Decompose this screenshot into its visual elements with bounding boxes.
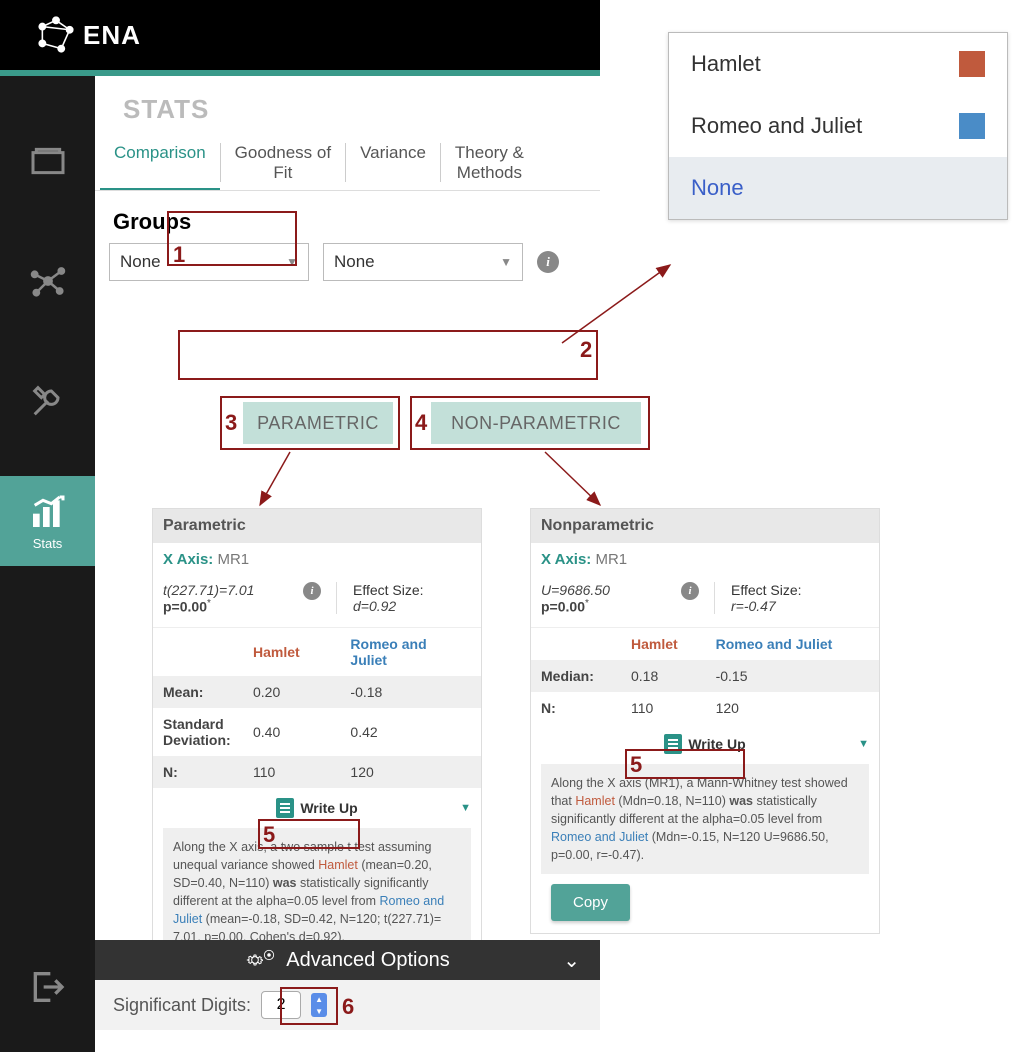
panel-title: Parametric bbox=[153, 509, 481, 543]
table-row: Mean: 0.20 -0.18 bbox=[153, 676, 481, 708]
table-row: Median: 0.18 -0.15 bbox=[531, 660, 879, 692]
writeup-text: Along the X axis (MR1), a Mann-Whitney t… bbox=[541, 764, 869, 875]
info-icon[interactable]: i bbox=[303, 582, 321, 600]
sigdig-input[interactable] bbox=[261, 991, 301, 1019]
page-title: STATS bbox=[95, 76, 600, 135]
groups-heading: Groups bbox=[95, 191, 600, 243]
tab-comparison[interactable]: Comparison bbox=[100, 135, 220, 190]
tab-variance[interactable]: Variance bbox=[346, 135, 440, 190]
popup-item-romeo[interactable]: Romeo and Juliet bbox=[669, 95, 1007, 157]
chevron-down-icon[interactable]: ⌄ bbox=[563, 948, 580, 973]
nonparametric-panel: Nonparametric X Axis: MR1 U=9686.50 p=0.… bbox=[530, 508, 880, 934]
color-swatch bbox=[959, 113, 985, 139]
document-icon bbox=[276, 798, 294, 818]
sigdig-label: Significant Digits: bbox=[113, 995, 251, 1016]
sidebar-stats[interactable]: Stats bbox=[0, 476, 95, 566]
info-icon[interactable]: i bbox=[681, 582, 699, 600]
group-dropdown-2[interactable]: None ▼ bbox=[323, 243, 523, 281]
info-icon[interactable]: i bbox=[537, 251, 559, 273]
axis-line: X Axis: MR1 bbox=[531, 543, 879, 576]
brand-logo: ENA bbox=[35, 14, 141, 56]
tab-theory[interactable]: Theory & Methods bbox=[441, 135, 538, 190]
sidebar-files[interactable] bbox=[0, 116, 95, 206]
dropdown-value: None bbox=[334, 252, 375, 272]
tab-goodness[interactable]: Goodness of Fit bbox=[221, 135, 345, 190]
nonparametric-table: Hamlet Romeo and Juliet Median: 0.18 -0.… bbox=[531, 628, 879, 724]
document-icon bbox=[664, 734, 682, 754]
color-swatch bbox=[959, 51, 985, 77]
stepper-up[interactable]: ▲ bbox=[311, 993, 327, 1005]
parametric-table: Hamlet Romeo and Juliet Mean: 0.20 -0.18… bbox=[153, 628, 481, 788]
files-icon bbox=[28, 141, 68, 181]
significant-digits-row: Significant Digits: ▲ ▼ bbox=[95, 980, 600, 1030]
tools-icon bbox=[28, 381, 68, 421]
chevron-down-icon[interactable]: ▼ bbox=[460, 802, 471, 814]
stepper[interactable]: ▲ ▼ bbox=[311, 993, 327, 1017]
advanced-options-bar[interactable]: Advanced Options ⌄ bbox=[95, 940, 600, 980]
sidebar-stats-label: Stats bbox=[33, 536, 63, 551]
gear-icon bbox=[245, 950, 276, 970]
popup-item-none[interactable]: None bbox=[669, 157, 1007, 219]
sidebar-exit[interactable] bbox=[27, 967, 67, 1012]
panel-title: Nonparametric bbox=[531, 509, 879, 543]
group-dropdown-1[interactable]: None ▼ bbox=[109, 243, 309, 281]
nonparametric-button[interactable]: NON-PARAMETRIC bbox=[431, 402, 641, 444]
dropdown-popup: Hamlet Romeo and Juliet None bbox=[668, 32, 1008, 220]
stats-icon bbox=[28, 492, 68, 532]
chevron-down-icon[interactable]: ▼ bbox=[858, 738, 869, 750]
tabs: Comparison Goodness of Fit Variance Theo… bbox=[95, 135, 600, 191]
network-icon bbox=[35, 14, 77, 56]
sidebar: Stats bbox=[0, 76, 95, 1052]
chevron-down-icon: ▼ bbox=[500, 255, 512, 269]
brand-text: ENA bbox=[83, 20, 141, 51]
table-row: N: 110 120 bbox=[153, 756, 481, 788]
popup-item-hamlet[interactable]: Hamlet bbox=[669, 33, 1007, 95]
dropdown-value: None bbox=[120, 252, 161, 272]
test-stat-row: U=9686.50 p=0.00* i Effect Size: r=-0.47 bbox=[531, 576, 879, 628]
chevron-down-icon: ▼ bbox=[286, 255, 298, 269]
exit-icon bbox=[27, 967, 67, 1007]
table-row: N: 110 120 bbox=[531, 692, 879, 724]
stepper-down[interactable]: ▼ bbox=[311, 1005, 327, 1017]
table-row: Standard Deviation: 0.40 0.42 bbox=[153, 708, 481, 756]
writeup-text: Along the X axis, a two sample t test as… bbox=[163, 828, 471, 957]
network-icon bbox=[28, 261, 68, 301]
parametric-button[interactable]: PARAMETRIC bbox=[243, 402, 393, 444]
writeup-header[interactable]: Write Up ▼ bbox=[531, 724, 879, 764]
advanced-options-label: Advanced Options bbox=[286, 949, 449, 972]
sidebar-tools[interactable] bbox=[0, 356, 95, 446]
axis-line: X Axis: MR1 bbox=[153, 543, 481, 576]
writeup-header[interactable]: Write Up ▼ bbox=[153, 788, 481, 828]
app-header: ENA bbox=[0, 0, 600, 70]
sidebar-network[interactable] bbox=[0, 236, 95, 326]
groups-row: None ▼ None ▼ i bbox=[95, 243, 600, 291]
copy-button[interactable]: Copy bbox=[551, 884, 630, 921]
test-stat-row: t(227.71)=7.01 p=0.00* i Effect Size: d=… bbox=[153, 576, 481, 628]
